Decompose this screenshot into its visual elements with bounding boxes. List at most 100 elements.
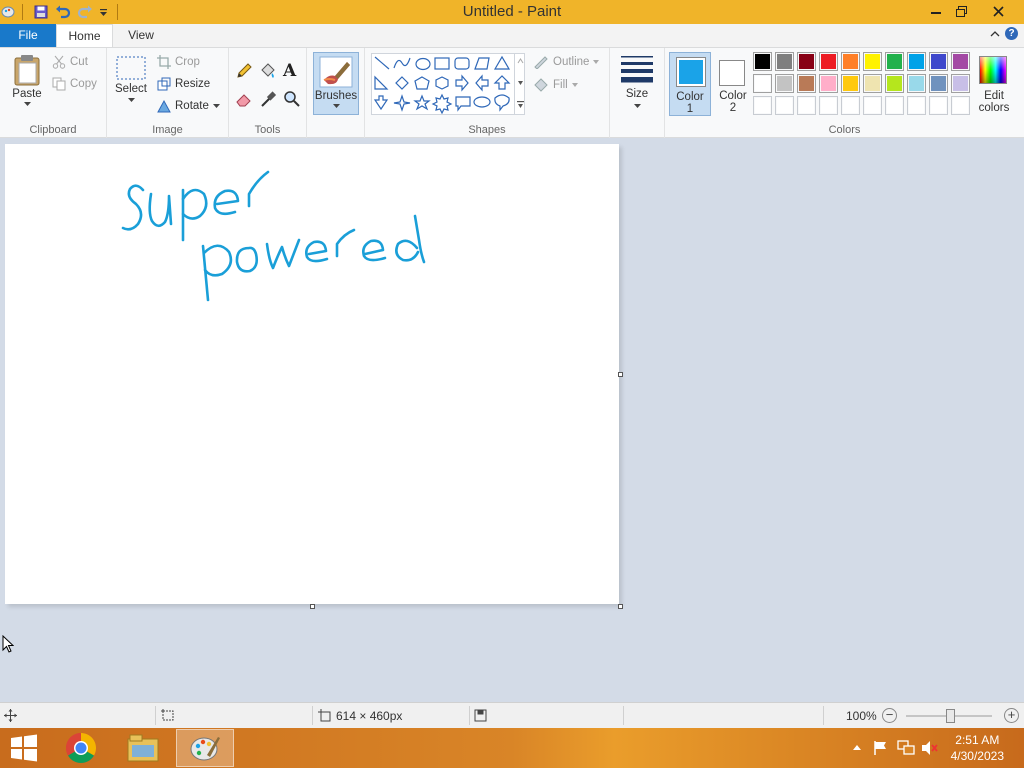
- palette-swatch[interactable]: [885, 52, 904, 71]
- minimize-ribbon-icon[interactable]: [990, 28, 1000, 42]
- taskbar-chrome[interactable]: [53, 729, 109, 767]
- tab-home[interactable]: Home: [56, 24, 113, 47]
- colors-group-label: Colors: [828, 124, 861, 136]
- palette-swatch[interactable]: [907, 52, 926, 71]
- status-bar: 614 × 460px 100% − +: [0, 702, 1024, 728]
- network-icon[interactable]: [897, 740, 915, 756]
- palette-swatch[interactable]: [929, 52, 948, 71]
- palette-swatch[interactable]: [885, 96, 904, 115]
- canvas-size-icon: [318, 709, 331, 722]
- paint-palette-icon: [190, 737, 220, 761]
- shapes-gallery: [371, 53, 525, 115]
- taskbar-paint[interactable]: [176, 729, 234, 767]
- palette-swatch[interactable]: [797, 96, 816, 115]
- fill-tool[interactable]: [259, 62, 277, 80]
- start-button[interactable]: [0, 729, 48, 767]
- resize-button[interactable]: Resize: [157, 77, 210, 91]
- cut-button[interactable]: Cut: [52, 55, 88, 69]
- palette-swatch[interactable]: [753, 74, 772, 93]
- palette-swatch[interactable]: [819, 52, 838, 71]
- size-group: Size: [610, 48, 665, 138]
- clock-date: 4/30/2023: [950, 749, 1004, 763]
- paste-icon: [14, 55, 40, 86]
- outline-button[interactable]: Outline: [533, 55, 600, 69]
- brushes-label: Brushes: [314, 90, 358, 102]
- palette-swatch[interactable]: [753, 96, 772, 115]
- palette-swatch[interactable]: [907, 74, 926, 93]
- image-group-label: Image: [152, 124, 183, 136]
- select-icon: [116, 56, 146, 80]
- palette-swatch[interactable]: [907, 96, 926, 115]
- close-button[interactable]: [982, 0, 1014, 22]
- color2-button[interactable]: Color 2: [713, 52, 753, 116]
- palette-swatch[interactable]: [775, 52, 794, 71]
- shapes-scrollbar[interactable]: [514, 53, 526, 115]
- palette-swatch[interactable]: [753, 52, 772, 71]
- palette-swatch[interactable]: [841, 52, 860, 71]
- palette-swatch[interactable]: [863, 96, 882, 115]
- zoom-in-button[interactable]: +: [1004, 708, 1019, 723]
- palette-swatch[interactable]: [929, 74, 948, 93]
- palette-swatch[interactable]: [841, 96, 860, 115]
- shapes-icons[interactable]: [372, 54, 524, 115]
- palette-swatch[interactable]: [951, 52, 970, 71]
- ribbon-tabs: File Home View ?: [0, 24, 1024, 47]
- taskbar-file-explorer[interactable]: [115, 729, 171, 767]
- palette-swatch[interactable]: [863, 52, 882, 71]
- tab-file[interactable]: File: [0, 24, 56, 47]
- palette-swatch[interactable]: [819, 96, 838, 115]
- shapes-group: Outline Fill Shapes: [365, 48, 610, 138]
- eraser-tool[interactable]: [235, 90, 253, 108]
- palette-swatch[interactable]: [929, 96, 948, 115]
- rotate-button[interactable]: Rotate: [157, 99, 220, 113]
- help-icon[interactable]: ?: [1005, 27, 1018, 40]
- size-button[interactable]: Size: [618, 54, 656, 116]
- palette-swatch[interactable]: [951, 74, 970, 93]
- palette-swatch[interactable]: [797, 52, 816, 71]
- cut-label: Cut: [70, 56, 88, 68]
- color1-button[interactable]: Color 1: [669, 52, 711, 116]
- paste-button[interactable]: Paste: [8, 54, 46, 116]
- palette-swatch[interactable]: [863, 74, 882, 93]
- action-center-flag-icon[interactable]: [873, 740, 889, 756]
- window-title: Untitled - Paint: [462, 3, 562, 20]
- crop-icon: [157, 55, 171, 69]
- text-tool[interactable]: A: [283, 61, 296, 81]
- resize-handle-corner[interactable]: [618, 604, 623, 609]
- color2-swatch: [722, 63, 742, 83]
- palette-swatch[interactable]: [885, 74, 904, 93]
- tab-view[interactable]: View: [113, 24, 169, 47]
- palette-swatch[interactable]: [775, 74, 794, 93]
- color2-label: Color: [719, 90, 747, 102]
- resize-handle-right[interactable]: [618, 372, 623, 377]
- brushes-button[interactable]: Brushes: [313, 52, 359, 115]
- palette-swatch[interactable]: [797, 74, 816, 93]
- magnifier-icon: [284, 91, 300, 107]
- select-button[interactable]: Select: [115, 56, 147, 116]
- copy-button[interactable]: Copy: [52, 77, 97, 91]
- crop-button[interactable]: Crop: [157, 55, 200, 69]
- tools-group: A Tools: [229, 48, 307, 138]
- canvas-workspace[interactable]: [0, 139, 1024, 702]
- show-hidden-icons[interactable]: [852, 744, 862, 751]
- pencil-tool[interactable]: [235, 62, 253, 80]
- fill-icon: [534, 78, 548, 92]
- clock[interactable]: 2:51 AM 4/30/2023: [951, 732, 1004, 764]
- fill-button[interactable]: Fill: [533, 78, 578, 92]
- restore-button[interactable]: [946, 0, 976, 22]
- palette-swatch[interactable]: [951, 96, 970, 115]
- color1-swatch: [679, 60, 703, 84]
- palette-swatch[interactable]: [841, 74, 860, 93]
- resize-handle-bottom[interactable]: [310, 604, 315, 609]
- palette-swatch[interactable]: [775, 96, 794, 115]
- zoom-slider-thumb[interactable]: [946, 709, 955, 723]
- outline-icon: [534, 56, 548, 69]
- color-picker-tool[interactable]: [259, 90, 277, 108]
- volume-muted-icon[interactable]: [921, 740, 939, 756]
- magnifier-tool[interactable]: [283, 90, 301, 108]
- zoom-out-button[interactable]: −: [882, 708, 897, 723]
- drawing-canvas[interactable]: [5, 144, 619, 604]
- palette-swatch[interactable]: [819, 74, 838, 93]
- edit-colors-button[interactable]: Edit colors: [975, 52, 1013, 116]
- brush-icon: [319, 56, 353, 88]
